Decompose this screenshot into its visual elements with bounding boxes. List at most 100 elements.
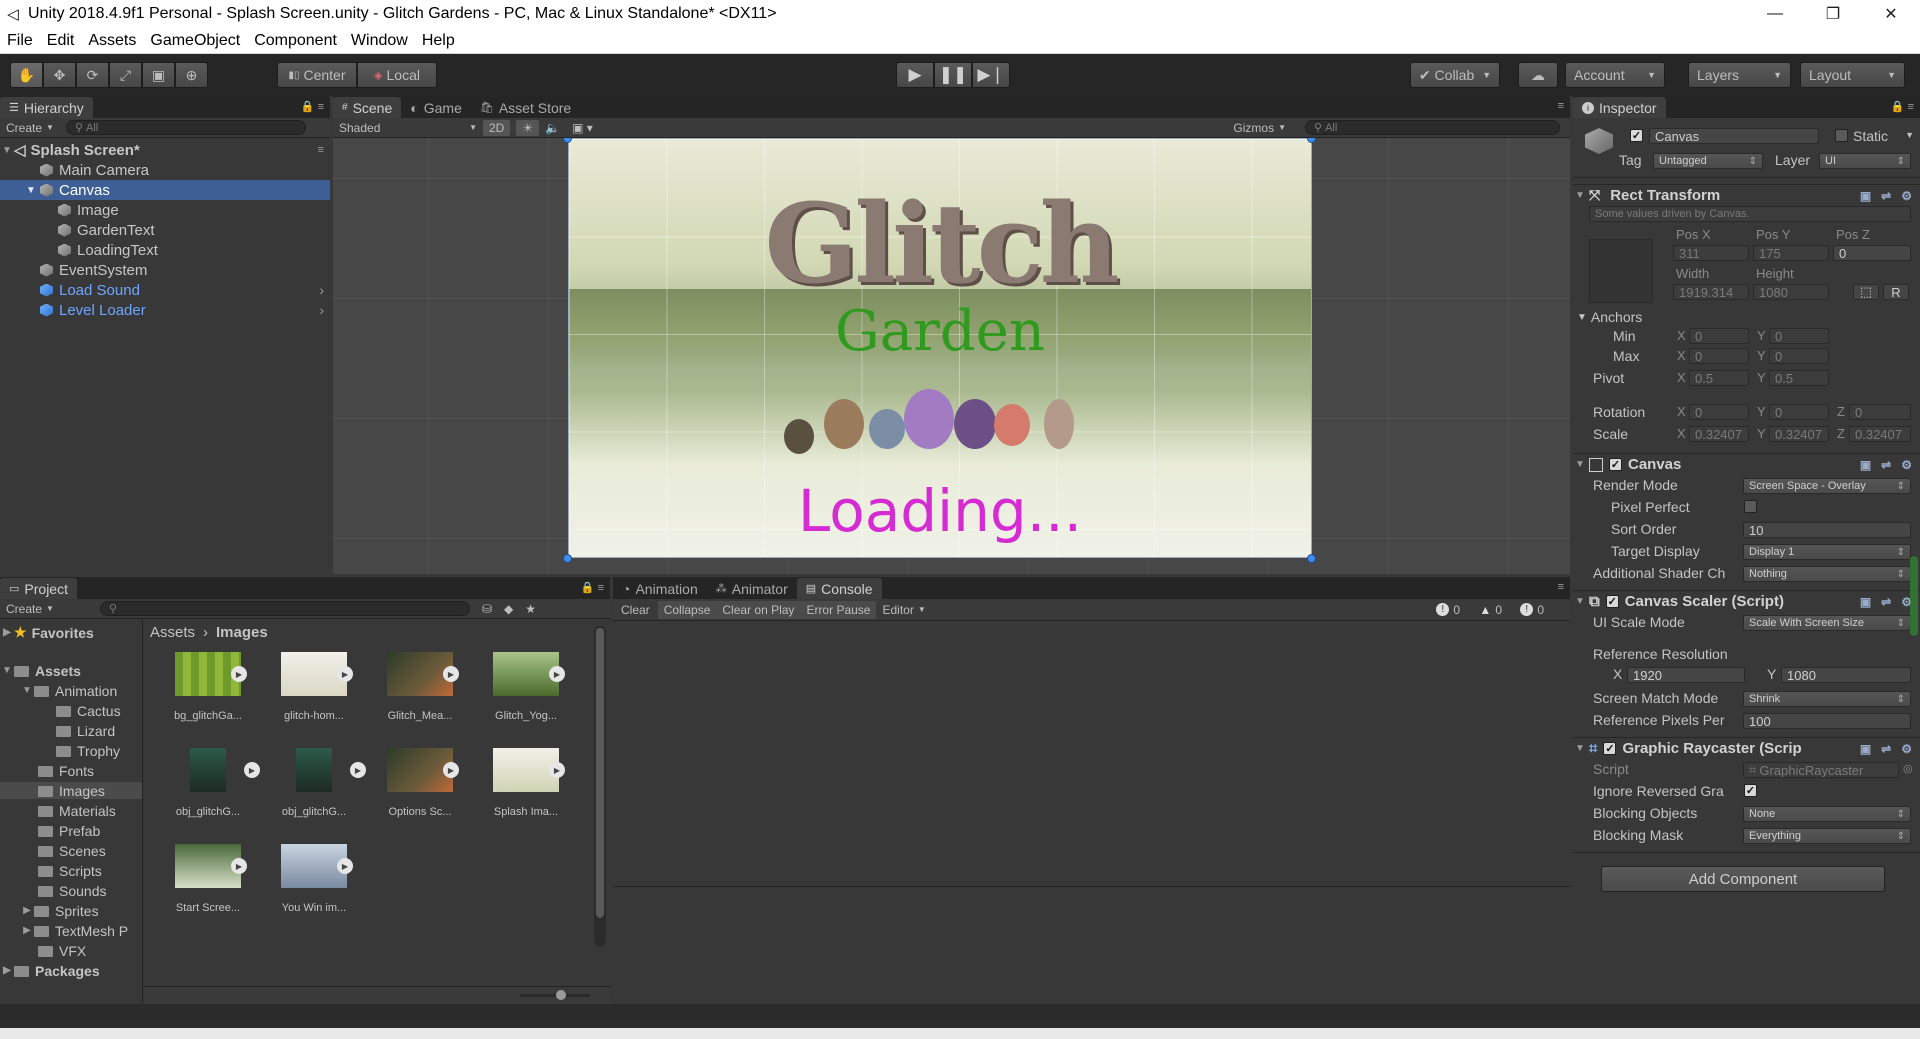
tree-vfx[interactable]: VFX (0, 942, 142, 959)
canvas-scaler-header[interactable]: ▼ ⧉ ✓ Canvas Scaler (Script) ▣ ⇌ ⚙ (1573, 590, 1920, 612)
hierarchy-item-gardentext[interactable]: GardenText (0, 220, 330, 240)
expand-arrow-icon[interactable]: ▼ (20, 685, 34, 696)
play-icon[interactable]: ▶ (337, 858, 353, 874)
menu-help[interactable]: Help (415, 32, 462, 50)
static-checkbox[interactable] (1835, 129, 1848, 142)
transform-tool-icon[interactable]: ⊕ (175, 62, 208, 88)
tab-animation[interactable]: ◔ Animation (613, 578, 707, 599)
slider-thumb[interactable] (556, 990, 566, 1000)
console-log-area[interactable] (613, 621, 1570, 887)
panel-menu-icon[interactable]: 🔒 ≡ (581, 581, 604, 594)
reference-x-field[interactable]: 1920 (1627, 667, 1745, 683)
ui-scale-mode-dropdown[interactable]: Scale With Screen Size (1743, 615, 1911, 631)
shading-dropdown[interactable]: Shaded ▼ (333, 121, 483, 135)
asset-thumbnail[interactable]: ▶ Glitch_Yog... (482, 652, 570, 722)
play-icon[interactable]: ▶ (350, 762, 366, 778)
scale-z-field[interactable]: 0.32407 (1849, 426, 1911, 442)
tree-sprites[interactable]: ▶ Sprites (0, 902, 142, 919)
tree-cactus[interactable]: Cactus (0, 702, 142, 719)
anchor-max-y-field[interactable]: 0 (1769, 348, 1829, 364)
canvas-enabled-checkbox[interactable]: ✓ (1609, 458, 1622, 471)
collapse-button[interactable]: Collapse (657, 600, 717, 619)
anchor-max-x-field[interactable]: 0 (1689, 348, 1749, 364)
layers-dropdown[interactable]: Layers ▼ (1688, 62, 1791, 88)
reference-y-field[interactable]: 1080 (1781, 667, 1911, 683)
play-icon[interactable]: ▶ (244, 762, 260, 778)
minimize-button[interactable]: — (1746, 0, 1804, 28)
clear-on-play-button[interactable]: Clear on Play (716, 600, 801, 619)
pos-y-field[interactable]: 175 (1753, 245, 1829, 261)
pos-z-field[interactable]: 0 (1833, 245, 1911, 261)
asset-thumbnail[interactable]: ▶ You Win im... (270, 844, 358, 914)
close-button[interactable]: ✕ (1862, 0, 1920, 28)
menu-assets[interactable]: Assets (81, 32, 143, 50)
cloud-button[interactable]: ☁ (1518, 62, 1558, 88)
chevron-right-icon[interactable]: › (319, 302, 324, 318)
toggle-2d-button[interactable]: 2D (483, 119, 511, 136)
gizmos-dropdown[interactable]: Gizmos ▼ (1227, 121, 1292, 135)
book-icon[interactable]: ▣ (1860, 595, 1871, 609)
play-icon[interactable]: ▶ (443, 666, 459, 682)
book-icon[interactable]: ▣ (1860, 189, 1871, 203)
tab-animator[interactable]: ⁂ Animator (707, 578, 797, 599)
width-field[interactable]: 1919.314 (1673, 284, 1749, 300)
pivot-local-toggle[interactable]: ◈ Local (357, 62, 437, 88)
rect-handle-bottom-left[interactable] (563, 554, 572, 563)
rect-tool-icon[interactable]: ▣ (142, 62, 175, 88)
expand-arrow-icon[interactable]: ▶ (20, 925, 34, 936)
tab-scene[interactable]: # Scene (333, 97, 402, 118)
play-button[interactable]: ▶ (896, 62, 934, 88)
book-icon[interactable]: ▣ (1860, 458, 1871, 472)
tree-assets[interactable]: ▼ Assets (0, 662, 142, 679)
tree-trophy[interactable]: Trophy (0, 742, 142, 759)
asset-thumbnail[interactable]: ▶ glitch-hom... (270, 652, 358, 722)
play-icon[interactable]: ▶ (443, 762, 459, 778)
rect-transform-header[interactable]: ▼ ⤧ Rect Transform ▣ ⇌ ⚙ (1573, 184, 1920, 206)
warning-count-toggle[interactable]: ▲ 0 (1473, 603, 1508, 617)
scale-tool-icon[interactable]: ⤢ (109, 62, 142, 88)
hierarchy-search-input[interactable]: ⚲ All (65, 120, 306, 135)
panel-menu-icon[interactable]: ≡ (1558, 581, 1564, 593)
menu-component[interactable]: Component (247, 32, 344, 50)
blocking-objects-dropdown[interactable]: None (1743, 806, 1911, 822)
pixel-perfect-checkbox[interactable] (1744, 500, 1757, 513)
breadcrumb-images[interactable]: Images (216, 624, 268, 641)
hand-tool-icon[interactable]: ✋ (10, 62, 43, 88)
expand-arrow-icon[interactable]: ▼ (1573, 743, 1587, 754)
chevron-right-icon[interactable]: › (319, 282, 324, 298)
hierarchy-item-load-sound[interactable]: Load Sound › (0, 280, 330, 300)
inspector-scrollbar[interactable] (1910, 556, 1918, 636)
gear-icon[interactable]: ⚙ (1901, 189, 1912, 203)
menu-file[interactable]: File (0, 32, 40, 50)
effects-icon[interactable]: ▣ ▾ (566, 121, 599, 135)
preset-icon[interactable]: ⇌ (1881, 458, 1891, 472)
target-circle-icon[interactable]: ◎ (1903, 762, 1913, 775)
project-search-input[interactable]: ⚲ (99, 601, 470, 616)
rotate-tool-icon[interactable]: ⟳ (76, 62, 109, 88)
anchors-foldout[interactable]: ▼ Anchors (1573, 308, 1920, 326)
lighting-icon[interactable]: ☀ (516, 119, 540, 136)
pause-button[interactable]: ❚❚ (934, 62, 972, 88)
menu-gameobject[interactable]: GameObject (143, 32, 247, 50)
shader-channels-dropdown[interactable]: Nothing (1743, 566, 1911, 582)
pos-x-field[interactable]: 311 (1673, 245, 1749, 261)
pivot-center-toggle[interactable]: ▮▯ Center (277, 62, 357, 88)
preset-icon[interactable]: ⇌ (1881, 742, 1891, 756)
play-icon[interactable]: ▶ (231, 858, 247, 874)
graphic-raycaster-header[interactable]: ▼ ⌗ ✓ Graphic Raycaster (Scrip ▣ ⇌ ⚙ (1573, 737, 1920, 759)
error-pause-button[interactable]: Error Pause (800, 600, 877, 619)
move-tool-icon[interactable]: ✥ (43, 62, 76, 88)
log-count-toggle[interactable]: ! 0 (1430, 603, 1466, 617)
tree-materials[interactable]: Materials (0, 802, 142, 819)
anchor-preset-box[interactable] (1589, 239, 1653, 303)
audio-icon[interactable]: 🔈 (539, 121, 566, 135)
tree-scripts[interactable]: Scripts (0, 862, 142, 879)
graphic-raycaster-enabled-checkbox[interactable]: ✓ (1603, 742, 1617, 755)
tree-packages[interactable]: ▶ Packages (0, 962, 142, 979)
asset-thumbnail[interactable]: ▶ obj_glitchG... (270, 748, 366, 818)
play-icon[interactable]: ▶ (549, 666, 565, 682)
canvas-scaler-enabled-checkbox[interactable]: ✓ (1605, 595, 1619, 608)
panel-menu-icon[interactable]: ≡ (1558, 100, 1564, 112)
tree-sounds[interactable]: Sounds (0, 882, 142, 899)
breadcrumb-assets[interactable]: Assets (150, 624, 195, 641)
